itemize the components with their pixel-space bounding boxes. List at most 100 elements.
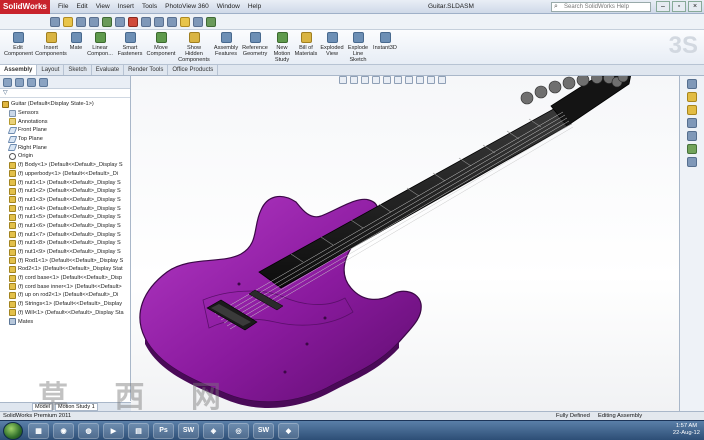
search-tab-icon[interactable] <box>687 118 697 128</box>
help-search-input[interactable]: ⌕ Search SolidWorks Help <box>551 2 651 12</box>
reference-geometry-button[interactable]: Reference Geometry <box>241 32 269 64</box>
file-explorer-icon[interactable] <box>687 105 697 115</box>
bom-button[interactable]: Bill of Materials <box>294 32 318 64</box>
tree-item[interactable]: (f) Body<1> (Default<<Default>_Display S <box>0 161 130 170</box>
menu-photoview[interactable]: PhotoView 360 <box>165 3 209 10</box>
tree-item[interactable]: Top Plane <box>0 135 130 144</box>
tree-item[interactable]: (f) up on rod2<1> (Default<<Default>_Di <box>0 291 130 300</box>
tree-item[interactable]: (f) nut1<5> (Default<<Default>_Display S <box>0 213 130 222</box>
steam-taskbar-icon[interactable]: ◎ <box>228 422 249 439</box>
zoom-fit-icon[interactable] <box>154 16 164 27</box>
mate-button[interactable]: Mate <box>68 32 84 64</box>
tree-item[interactable]: (f) Rod1<1> (Default<<Default>_Display S <box>0 256 130 265</box>
app-logo[interactable]: SolidWorks <box>0 0 50 14</box>
hide-show-items-icon[interactable] <box>405 76 413 84</box>
tree-item[interactable]: (f) nut1<9> (Default<<Default>_Display S <box>0 248 130 257</box>
menu-tools[interactable]: Tools <box>142 3 157 10</box>
tree-item[interactable]: Origin <box>0 152 130 161</box>
edit-component-button[interactable]: Edit Component <box>4 32 33 64</box>
menu-edit[interactable]: Edit <box>76 3 87 10</box>
tree-item[interactable]: (f) nut1<7> (Default<<Default>_Display S <box>0 230 130 239</box>
app-taskbar-icon[interactable]: ◈ <box>203 422 224 439</box>
new-icon[interactable] <box>50 16 60 27</box>
menu-file[interactable]: File <box>58 3 68 10</box>
view-settings-icon[interactable] <box>438 76 446 84</box>
rebuild-icon[interactable] <box>128 16 138 27</box>
start-button[interactable] <box>3 422 23 440</box>
motion-study-button[interactable]: New Motion Study <box>272 32 292 64</box>
previous-view-icon[interactable] <box>361 76 369 84</box>
tree-item[interactable]: Annotations <box>0 117 130 126</box>
zoom-to-fit-icon[interactable] <box>339 76 347 84</box>
view-orientation-icon[interactable] <box>383 76 391 84</box>
open-icon[interactable] <box>63 16 73 27</box>
tree-filter[interactable]: ▽ <box>0 89 130 98</box>
assembly-features-button[interactable]: Assembly Features <box>212 32 240 64</box>
insert-components-button[interactable]: Insert Components <box>35 32 67 64</box>
tree-item[interactable]: (f) nut1<4> (Default<<Default>_Display S <box>0 204 130 213</box>
tree-item[interactable]: Sensors <box>0 109 130 118</box>
design-library-icon[interactable] <box>687 92 697 102</box>
tree-item[interactable]: (f) cord base<1> (Default<<Default>_Disp <box>0 274 130 283</box>
menu-insert[interactable]: Insert <box>118 3 134 10</box>
minimize-button[interactable]: – <box>656 1 670 12</box>
tab-assembly[interactable]: Assembly <box>0 65 38 75</box>
explode-line-button[interactable]: Explode Line Sketch <box>346 32 370 64</box>
tree-item[interactable]: (f) Will<1> (Default<<Default>_Display S… <box>0 309 130 318</box>
folder-taskbar-icon[interactable]: ▤ <box>128 422 149 439</box>
chrome-taskbar-icon[interactable]: ◉ <box>53 422 74 439</box>
edit-appearance-icon[interactable] <box>416 76 424 84</box>
display-style-icon[interactable] <box>193 16 203 27</box>
zoom-to-area-icon[interactable] <box>350 76 358 84</box>
show-hidden-button[interactable]: Show Hidden Components <box>178 32 210 64</box>
save-icon[interactable] <box>76 16 86 27</box>
property-manager-icon[interactable] <box>15 77 24 87</box>
custom-properties-icon[interactable] <box>687 157 697 167</box>
move-component-button[interactable]: Move Component <box>146 32 176 64</box>
tree-item[interactable]: (f) cord base inner<1> (Default<<Default… <box>0 282 130 291</box>
exploded-view-button[interactable]: Exploded View <box>320 32 344 64</box>
graphics-area[interactable] <box>131 76 679 411</box>
configuration-manager-icon[interactable] <box>27 77 36 87</box>
menu-help[interactable]: Help <box>248 3 261 10</box>
select-icon[interactable] <box>115 16 125 27</box>
apply-scene-icon[interactable] <box>427 76 435 84</box>
tree-item[interactable]: Mates <box>0 317 130 326</box>
tab-sketch[interactable]: Sketch <box>64 65 92 75</box>
tree-item[interactable]: Rod2<1> (Default<<Default>_Display Stat <box>0 265 130 274</box>
appearances-icon[interactable] <box>687 144 697 154</box>
tab-render-tools[interactable]: Render Tools <box>124 65 169 75</box>
tree-item[interactable]: (f) nut1<8> (Default<<Default>_Display S <box>0 239 130 248</box>
tree-item[interactable]: Right Plane <box>0 143 130 152</box>
tree-item[interactable]: Front Plane <box>0 126 130 135</box>
firefox-taskbar-icon[interactable]: ◍ <box>78 422 99 439</box>
photoshop-taskbar-icon[interactable]: Ps <box>153 422 174 439</box>
solidworks2-taskbar-icon[interactable]: SW <box>253 422 274 439</box>
close-button[interactable]: × <box>688 1 702 12</box>
tree-item[interactable]: (f) Strings<1> (Default<<Default>_Displa… <box>0 300 130 309</box>
view-palette-icon[interactable] <box>687 131 697 141</box>
appearance-manager-icon[interactable] <box>39 77 48 87</box>
system-clock[interactable]: 1:57 AM 22-Aug-12 <box>673 423 700 437</box>
media-player-taskbar-icon[interactable]: ▶ <box>103 422 124 439</box>
tree-item[interactable]: (f) nut1<6> (Default<<Default>_Display S <box>0 222 130 231</box>
menu-window[interactable]: Window <box>217 3 240 10</box>
tree-item[interactable]: (f) nut1<2> (Default<<Default>_Display S <box>0 187 130 196</box>
restore-button[interactable]: ▫ <box>672 1 686 12</box>
app2-taskbar-icon[interactable]: ◆ <box>278 422 299 439</box>
tab-layout[interactable]: Layout <box>37 65 65 75</box>
view-orientation-icon[interactable] <box>180 16 190 27</box>
feature-tree-icon[interactable] <box>3 77 12 87</box>
tree-root[interactable]: Guitar (Default<Display State-1>) <box>0 100 130 109</box>
undo-icon[interactable] <box>102 16 112 27</box>
menu-view[interactable]: View <box>96 3 110 10</box>
tree-item[interactable]: (f) upperbody<1> (Default<<Default>_Di <box>0 170 130 179</box>
print-icon[interactable] <box>89 16 99 27</box>
guitar-neck[interactable] <box>258 105 572 289</box>
resources-icon[interactable] <box>687 79 697 89</box>
appearance-icon[interactable] <box>206 16 216 27</box>
linear-pattern-button[interactable]: Linear Compon... <box>85 32 115 64</box>
tab-office-products[interactable]: Office Products <box>168 65 219 75</box>
explorer-taskbar-icon[interactable]: ▦ <box>28 422 49 439</box>
smart-fasteners-button[interactable]: Smart Fasteners <box>116 32 144 64</box>
